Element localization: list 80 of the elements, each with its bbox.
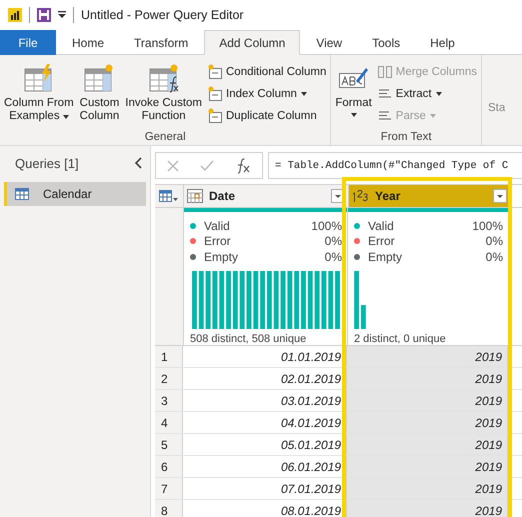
table-star-icon <box>208 64 222 79</box>
ribbon-button[interactable]: Custom Column <box>78 58 122 131</box>
text-lines-icon <box>378 111 392 120</box>
row-number: 8 <box>155 500 183 517</box>
stat-label: Empty <box>368 250 404 264</box>
ribbon-tab[interactable]: Help <box>416 30 469 55</box>
save-icon[interactable] <box>37 8 51 22</box>
stat-label: Error <box>204 234 232 248</box>
stat-value: 0% <box>324 250 342 264</box>
function-icon[interactable] <box>235 158 252 174</box>
window-title: Untitled - Power Query Editor <box>81 8 244 22</box>
table-star-icon <box>84 63 114 93</box>
ribbon-tab[interactable]: View <box>302 30 356 55</box>
filter-dropdown-icon[interactable] <box>493 189 507 203</box>
stat-value: 0% <box>486 250 503 264</box>
ribbon-button[interactable]: Index Column <box>206 84 328 103</box>
customize-caret-icon[interactable] <box>58 11 66 19</box>
stat-value: 0% <box>324 234 342 248</box>
row-number: 7 <box>155 478 183 499</box>
ribbon-tab[interactable]: Home <box>58 30 118 55</box>
caret-icon <box>350 113 357 117</box>
column-header[interactable]: Date <box>184 185 349 207</box>
collapse-chevron-icon[interactable] <box>134 157 142 169</box>
row-number: 3 <box>155 390 183 411</box>
distinct-summary: 508 distinct, 508 unique <box>190 333 308 346</box>
table-cell: 2019 <box>347 368 508 389</box>
ribbon-tab[interactable]: Transform <box>120 30 202 55</box>
table-cell: 2019 <box>347 478 508 499</box>
caret-icon <box>300 92 307 96</box>
stat-label: Valid <box>204 218 231 233</box>
ribbon-button[interactable]: Format <box>333 58 374 131</box>
table-lightning-icon <box>24 63 54 93</box>
formula-field[interactable]: = Table.AddColumn(#"Changed Type of C <box>268 152 522 179</box>
ribbon-button[interactable]: Duplicate Column <box>206 106 328 125</box>
stat-value: 0% <box>486 234 503 248</box>
stat-value: 100% <box>472 218 503 233</box>
abc-pen-icon <box>338 67 369 89</box>
group-label: General <box>144 131 186 143</box>
table-function-icon <box>148 63 179 93</box>
ribbon-button[interactable]: Conditional Column <box>206 62 328 81</box>
table-cell: 2019 <box>347 412 508 433</box>
queries-title: Queries [1] <box>15 156 79 170</box>
row-number: 5 <box>155 434 183 455</box>
number-type-icon <box>352 189 369 203</box>
stat-label: Error <box>368 234 396 248</box>
ribbon-tab[interactable]: File <box>0 30 56 55</box>
columns-icon <box>378 66 392 78</box>
table-cell: 2019 <box>347 456 508 477</box>
table-star-icon <box>208 108 222 123</box>
table-cell: 2019 <box>347 346 508 367</box>
text-lines-icon <box>378 89 392 98</box>
table-cell: 2019 <box>347 500 508 517</box>
caret-icon <box>430 114 436 118</box>
ribbon-button[interactable]: Extract <box>376 84 479 103</box>
table-cell: 2019 <box>347 434 508 455</box>
caret-icon <box>62 114 69 118</box>
app-logo-icon <box>8 8 22 22</box>
ribbon-tab[interactable]: Add Column <box>204 30 300 55</box>
ribbon-button[interactable]: Column From Examples <box>2 58 76 131</box>
table-icon <box>15 188 29 200</box>
stat-value: 100% <box>311 218 342 233</box>
check-icon[interactable] <box>200 160 214 172</box>
row-number: 4 <box>155 412 183 433</box>
distinct-summary: 2 distinct, 0 unique <box>354 333 447 346</box>
ribbon-button[interactable]: Invoke Custom Function <box>123 58 204 131</box>
row-number: 1 <box>155 346 183 367</box>
row-number: 2 <box>155 368 183 389</box>
ribbon-tab[interactable]: Tools <box>358 30 414 55</box>
table-star-icon <box>208 86 222 101</box>
stat-label: Empty <box>204 250 240 264</box>
histogram-drawing <box>354 270 366 330</box>
calendar-icon <box>187 189 203 203</box>
column-header[interactable]: Year <box>349 185 511 207</box>
stat-label: Valid <box>368 218 395 233</box>
table-menu-icon[interactable] <box>159 190 179 202</box>
group-label: From Text <box>380 131 432 143</box>
table-cell: 2019 <box>347 390 508 411</box>
query-item[interactable]: Calendar <box>4 182 146 206</box>
row-number: 6 <box>155 456 183 477</box>
caret-icon <box>436 92 442 96</box>
